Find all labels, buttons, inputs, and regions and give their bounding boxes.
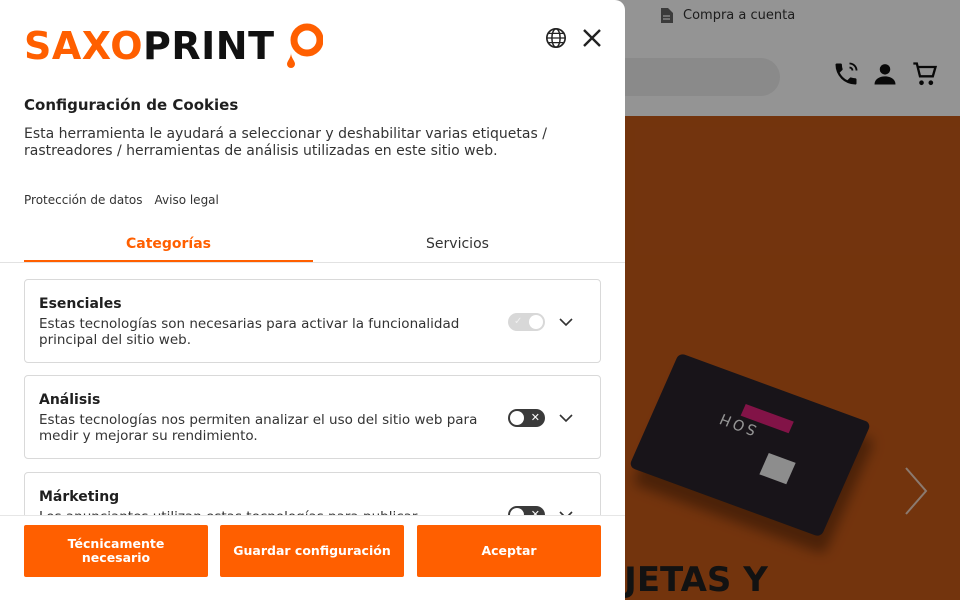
globe-icon: [546, 28, 566, 48]
panel-tabs: Categorías Servicios: [0, 228, 625, 263]
brand-logo: SAXO PRINT: [24, 22, 323, 70]
brand-word-2: PRINT: [143, 24, 275, 68]
category-name: Esenciales: [39, 296, 122, 312]
x-icon: ✕: [530, 411, 540, 424]
panel-footer: Técnicamente necesario Guardar configura…: [0, 515, 625, 600]
category-name: Márketing: [39, 489, 120, 505]
tab-services[interactable]: Servicios: [313, 228, 602, 262]
panel-title: Configuración de Cookies: [24, 96, 239, 114]
panel-description: Esta herramienta le ayudará a selecciona…: [24, 126, 547, 159]
language-button[interactable]: [545, 27, 567, 49]
close-button[interactable]: [581, 27, 603, 49]
analytics-toggle[interactable]: ✕: [508, 409, 545, 427]
privacy-link[interactable]: Protección de datos: [24, 193, 143, 207]
toggle-knob: [510, 411, 524, 425]
category-name: Análisis: [39, 392, 101, 408]
brand-drop-icon: [286, 23, 323, 68]
legal-links: Protección de datos Aviso legal: [24, 193, 219, 207]
check-icon: ✓: [514, 316, 523, 327]
panel-top-actions: [545, 27, 603, 49]
category-card-essential: Esenciales Estas tecnologías son necesar…: [24, 279, 601, 363]
tab-categories[interactable]: Categorías: [24, 228, 313, 262]
category-card-analytics: Análisis Estas tecnologías nos permiten …: [24, 375, 601, 459]
category-description: Estas tecnologías son necesarias para ac…: [39, 316, 460, 348]
chevron-down-icon[interactable]: [558, 314, 574, 330]
cookie-settings-panel: SAXO PRINT Configuración de Cookies Esta …: [0, 0, 625, 600]
legal-notice-link[interactable]: Aviso legal: [155, 193, 219, 207]
essential-toggle[interactable]: ✓: [508, 313, 545, 331]
save-settings-button[interactable]: Guardar configuración: [220, 525, 404, 577]
close-icon: [583, 29, 601, 47]
chevron-down-icon[interactable]: [558, 410, 574, 426]
toggle-knob: [529, 315, 543, 329]
category-description: Estas tecnologías nos permiten analizar …: [39, 412, 478, 444]
necessary-only-button[interactable]: Técnicamente necesario: [24, 525, 208, 577]
brand-word-1: SAXO: [24, 24, 144, 68]
accept-button[interactable]: Aceptar: [417, 525, 601, 577]
